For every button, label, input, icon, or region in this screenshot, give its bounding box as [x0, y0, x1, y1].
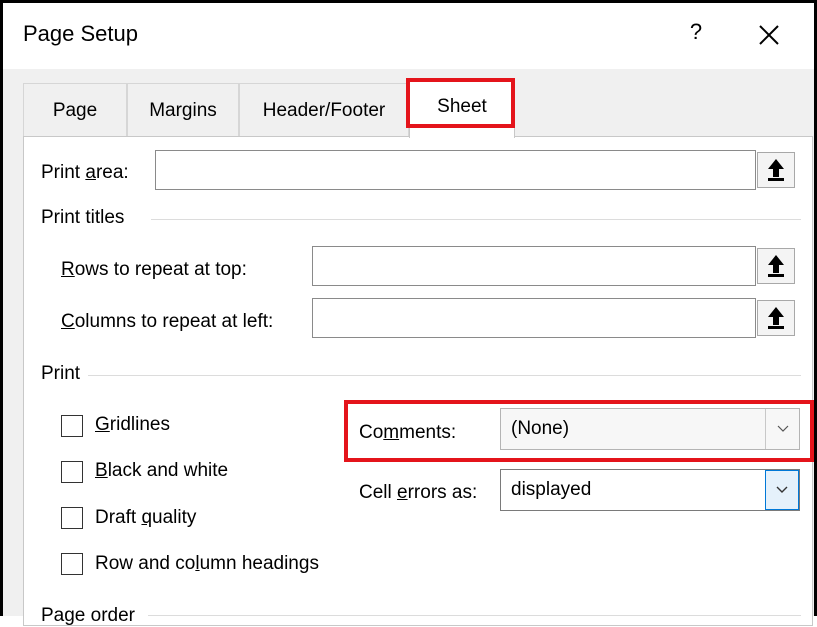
- draft-quality-checkbox[interactable]: [61, 507, 83, 529]
- rows-to-repeat-label: Rows to repeat at top:: [61, 259, 247, 280]
- close-button[interactable]: [749, 17, 789, 53]
- row-column-headings-checkbox[interactable]: [61, 553, 83, 575]
- title-bar: Page Setup ?: [3, 3, 814, 69]
- print-divider: [88, 375, 801, 376]
- tab-margins[interactable]: Margins: [127, 83, 239, 137]
- page-order-heading: Page order: [41, 605, 136, 626]
- dialog-title: Page Setup: [23, 21, 138, 46]
- black-and-white-label[interactable]: Black and white: [95, 460, 228, 482]
- chevron-down-icon: [776, 486, 788, 493]
- arrow-up-icon: [768, 255, 784, 277]
- tab-header-footer[interactable]: Header/Footer: [239, 83, 409, 137]
- arrow-up-icon: [768, 159, 784, 181]
- close-icon: [759, 25, 779, 45]
- page-setup-dialog: Page Setup ? Page Margins Header/Footer …: [0, 0, 817, 626]
- arrow-up-icon: [768, 307, 784, 329]
- print-heading: Print: [41, 363, 81, 384]
- rows-collapse-button[interactable]: [757, 248, 795, 284]
- black-and-white-checkbox[interactable]: [61, 461, 83, 483]
- draft-quality-label[interactable]: Draft quality: [95, 507, 196, 529]
- comments-value: (None): [511, 418, 570, 439]
- print-area-label: Print area:: [41, 162, 129, 183]
- print-titles-divider: [151, 219, 801, 220]
- row-column-headings-label[interactable]: Row and column headings: [95, 553, 319, 575]
- tab-sheet[interactable]: Sheet: [409, 81, 515, 138]
- print-titles-heading: Print titles: [41, 207, 125, 228]
- tab-page[interactable]: Page: [23, 83, 127, 137]
- columns-to-repeat-label: Columns to repeat at left:: [61, 311, 274, 332]
- gridlines-label[interactable]: Gridlines: [95, 414, 170, 436]
- help-button[interactable]: ?: [681, 19, 711, 45]
- rows-to-repeat-input[interactable]: [312, 246, 756, 286]
- cell-errors-select[interactable]: displayed: [500, 469, 800, 511]
- cell-errors-label: Cell errors as:: [359, 482, 478, 503]
- print-area-collapse-button[interactable]: [757, 152, 795, 188]
- comments-select[interactable]: (None): [500, 408, 800, 450]
- columns-collapse-button[interactable]: [757, 300, 795, 336]
- comments-dropdown-button[interactable]: [765, 409, 799, 449]
- chevron-down-icon: [777, 425, 788, 432]
- print-area-input[interactable]: [155, 150, 756, 190]
- tab-page-label: Page: [52, 100, 98, 121]
- tab-sheet-label: Sheet: [437, 96, 487, 117]
- gridlines-checkbox[interactable]: [61, 415, 83, 437]
- sheet-panel: Print area: Print titles Rows to repeat …: [23, 136, 813, 626]
- comments-label: Comments:: [359, 422, 457, 443]
- columns-to-repeat-input[interactable]: [312, 298, 756, 338]
- tab-margins-label: Margins: [149, 100, 217, 121]
- tab-header-footer-label: Header/Footer: [262, 100, 386, 121]
- cell-errors-dropdown-button[interactable]: [765, 470, 799, 510]
- cell-errors-value: displayed: [511, 479, 592, 500]
